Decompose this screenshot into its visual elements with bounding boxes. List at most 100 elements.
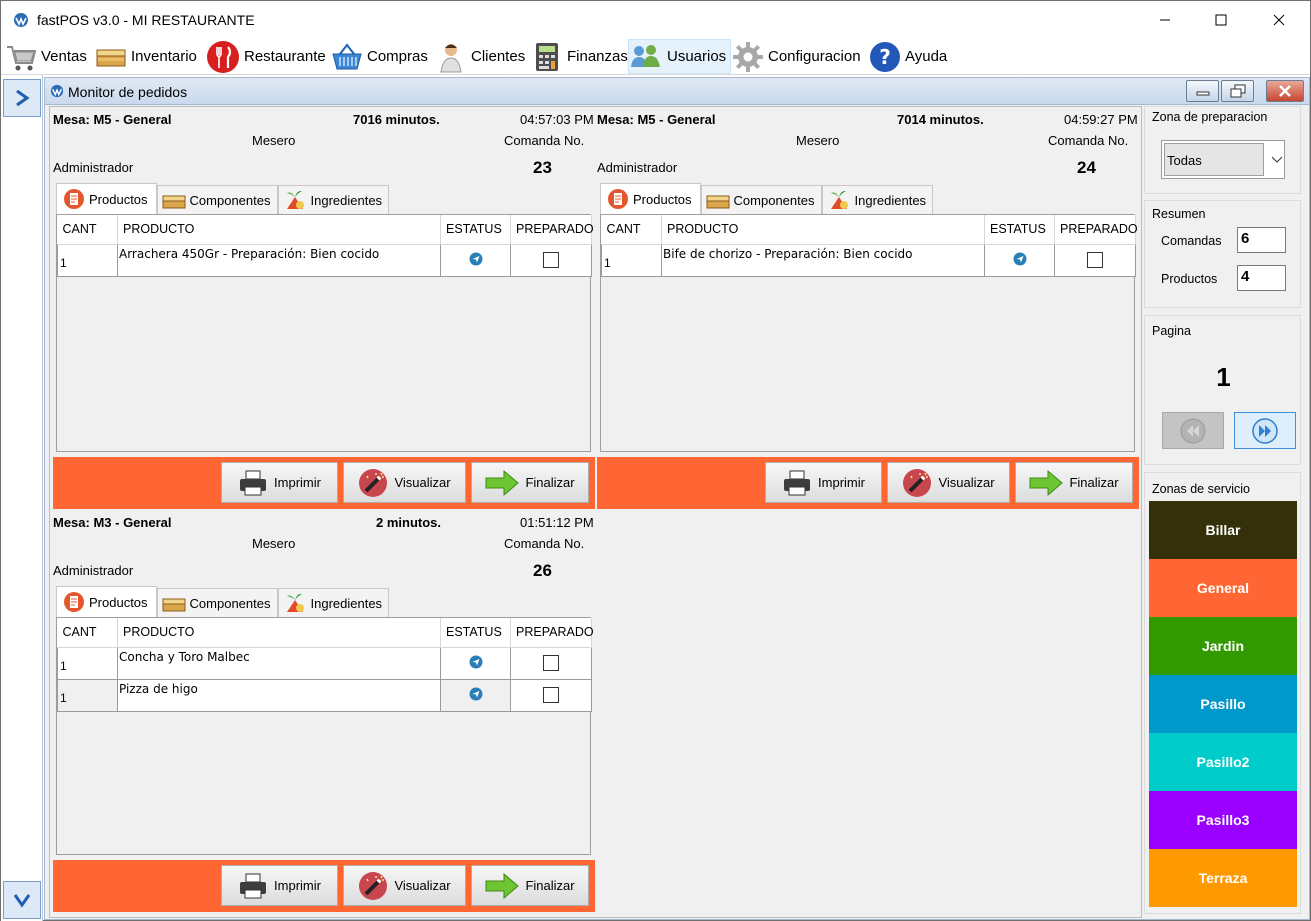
col-cant[interactable]: CANT: [601, 215, 662, 245]
preparado-checkbox[interactable]: [543, 655, 559, 671]
col-producto[interactable]: PRODUCTO: [117, 215, 441, 245]
menu-restaurante[interactable]: Restaurante: [206, 39, 326, 74]
menu-configuracion[interactable]: Configuracion: [732, 39, 861, 74]
imprimir-button[interactable]: Imprimir: [221, 865, 338, 906]
printer-icon: [240, 873, 267, 898]
imprimir-button[interactable]: Imprimir: [221, 462, 338, 503]
pagina-label: Pagina: [1152, 324, 1191, 338]
left-toolbar: [1, 75, 43, 921]
order-card: Mesa: M3 - General 2 minutos. 01:51:12 P…: [53, 511, 595, 912]
basket-icon: [332, 42, 362, 69]
close-button[interactable]: [1251, 1, 1307, 39]
minimize-icon: [1160, 19, 1170, 21]
tab-ingredientes[interactable]: Ingredientes: [277, 185, 390, 214]
expand-button[interactable]: [3, 79, 41, 117]
zona-preparacion-group: Zona de preparacion Todas: [1144, 106, 1301, 194]
table-header: CANT PRODUCTO ESTATUS PREPARADO: [601, 215, 1138, 245]
col-estatus[interactable]: ESTATUS: [984, 215, 1055, 245]
tab-componentes[interactable]: Componentes: [156, 588, 278, 617]
frame-minimize-button[interactable]: [1186, 80, 1219, 102]
products-table: CANT PRODUCTO ESTATUS PREPARADO 1 Bife d…: [600, 214, 1138, 452]
order-tabs: Productos Componentes Ingredientes: [56, 586, 390, 617]
order-card: Mesa: M5 - General 7016 minutos. 04:57:0…: [53, 108, 595, 509]
menu-finanzas[interactable]: Finanzas: [531, 39, 628, 74]
mesero-name: Administrador: [53, 563, 134, 578]
frame-close-button[interactable]: [1266, 80, 1304, 102]
order-time: 04:57:03 PM: [520, 112, 594, 127]
zona-billar-button[interactable]: Billar: [1149, 501, 1297, 559]
magic-wand-icon: [359, 468, 388, 497]
zona-pasillo3-button[interactable]: Pasillo3: [1149, 791, 1297, 849]
col-producto[interactable]: PRODUCTO: [117, 618, 441, 648]
mesero-label: Mesero: [796, 133, 840, 148]
zona-pasillo2-button[interactable]: Pasillo2: [1149, 733, 1297, 791]
col-preparado[interactable]: PREPARADO: [510, 215, 594, 245]
mesa-label: Mesa: M5 - General: [53, 112, 172, 127]
finalizar-button[interactable]: Finalizar: [471, 865, 589, 906]
app-logo-icon: [14, 13, 28, 27]
cutlery-icon: [207, 40, 239, 73]
preparado-checkbox[interactable]: [543, 252, 559, 268]
menu-ayuda[interactable]: ? Ayuda: [869, 39, 947, 74]
cell-preparado: [510, 678, 592, 712]
preparado-checkbox[interactable]: [543, 687, 559, 703]
finalizar-button[interactable]: Finalizar: [471, 462, 589, 503]
frame-restore-button[interactable]: [1221, 80, 1254, 102]
order-footer: Imprimir Visualizar Finalizar: [53, 457, 595, 509]
col-cant[interactable]: CANT: [57, 618, 118, 648]
finalizar-button[interactable]: Finalizar: [1015, 462, 1133, 503]
tab-componentes[interactable]: Componentes: [156, 185, 278, 214]
col-producto[interactable]: PRODUCTO: [661, 215, 985, 245]
scroll-down-button[interactable]: [3, 881, 41, 919]
menu-inventario[interactable]: Inventario: [95, 39, 197, 74]
elapsed-minutes: 2 minutos.: [376, 515, 442, 530]
visualizar-button[interactable]: Visualizar: [343, 462, 466, 503]
order-time: 04:59:27 PM: [1064, 112, 1138, 127]
minimize-button[interactable]: [1137, 1, 1193, 39]
maximize-button[interactable]: [1193, 1, 1249, 39]
cell-preparado: [510, 243, 592, 277]
person-icon: [440, 43, 462, 72]
zona-select-value: Todas: [1164, 143, 1264, 176]
tab-ingredientes[interactable]: Ingredientes: [277, 588, 390, 617]
zona-general-button[interactable]: General: [1149, 559, 1297, 617]
table-row[interactable]: 1 Bife de chorizo - Preparación: Bien co…: [601, 243, 1136, 277]
users-icon: [631, 44, 660, 67]
tab-productos[interactable]: Productos: [56, 183, 157, 214]
status-sent-icon: [469, 687, 482, 700]
tab-productos[interactable]: Productos: [56, 586, 157, 617]
menu-usuarios[interactable]: Usuarios: [628, 39, 732, 74]
products-table: CANT PRODUCTO ESTATUS PREPARADO 1 Concha…: [56, 617, 594, 855]
zona-select[interactable]: Todas: [1161, 140, 1285, 179]
visualizar-button[interactable]: Visualizar: [343, 865, 466, 906]
prev-page-button[interactable]: [1162, 412, 1224, 449]
close-icon: [1279, 85, 1291, 97]
zona-terraza-button[interactable]: Terraza: [1149, 849, 1297, 907]
minimize-icon: [1196, 91, 1209, 96]
preparado-checkbox[interactable]: [1087, 252, 1103, 268]
table-row[interactable]: 1 Pizza de higo: [57, 678, 592, 712]
tab-componentes[interactable]: Componentes: [700, 185, 822, 214]
menu-compras[interactable]: Compras: [331, 39, 428, 74]
comandas-count: 6: [1237, 227, 1286, 253]
orders-area: Mesa: M5 - General 7016 minutos. 04:57:0…: [49, 106, 1142, 918]
col-estatus[interactable]: ESTATUS: [440, 215, 511, 245]
table-row[interactable]: 1 Concha y Toro Malbec: [57, 646, 592, 680]
next-page-button[interactable]: [1234, 412, 1296, 449]
arrow-right-icon: [485, 872, 520, 899]
menu-ventas[interactable]: Ventas: [5, 39, 87, 74]
col-preparado[interactable]: PREPARADO: [510, 618, 594, 648]
cell-cant: 1: [57, 646, 118, 680]
tab-ingredientes[interactable]: Ingredientes: [821, 185, 934, 214]
col-preparado[interactable]: PREPARADO: [1054, 215, 1138, 245]
table-row[interactable]: 1 Arrachera 450Gr - Preparación: Bien co…: [57, 243, 592, 277]
tab-productos[interactable]: Productos: [600, 183, 701, 214]
menu-clientes[interactable]: Clientes: [435, 39, 525, 74]
col-estatus[interactable]: ESTATUS: [440, 618, 511, 648]
col-cant[interactable]: CANT: [57, 215, 118, 245]
imprimir-button[interactable]: Imprimir: [765, 462, 882, 503]
visualizar-button[interactable]: Visualizar: [887, 462, 1010, 503]
zona-pasillo-button[interactable]: Pasillo: [1149, 675, 1297, 733]
zona-jardin-button[interactable]: Jardin: [1149, 617, 1297, 675]
document-icon: [64, 592, 84, 612]
